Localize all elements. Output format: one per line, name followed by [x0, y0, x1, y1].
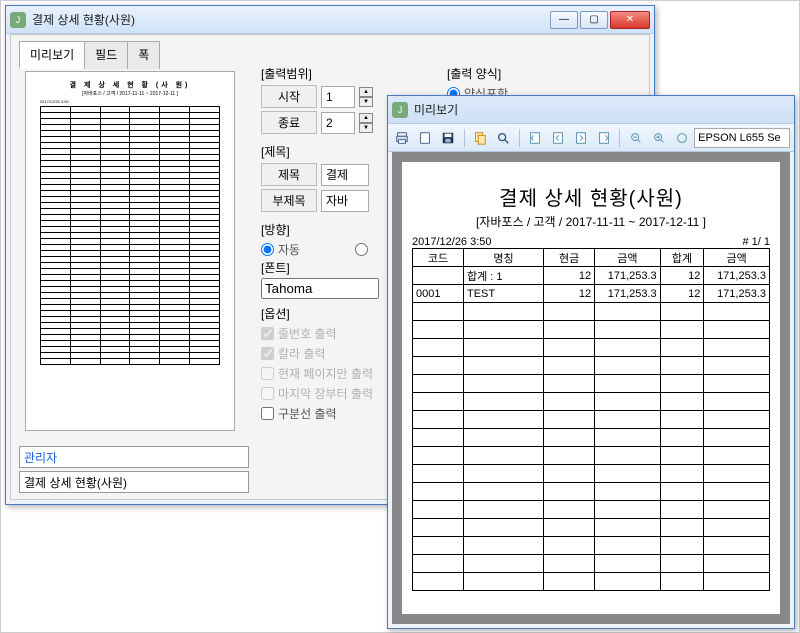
end-up[interactable]: ▲	[359, 113, 373, 123]
page-thumbnail: 결 제 상 세 현 황 (사 원) [자바포스 / 고객 / 2017-11-1…	[25, 71, 235, 431]
zoom-fit-icon[interactable]	[671, 127, 692, 149]
footer-field-2[interactable]	[19, 471, 249, 493]
window-title: 미리보기	[414, 101, 790, 118]
tab-field[interactable]: 필드	[84, 41, 128, 69]
report-page: 결제 상세 현황(사원) [자바포스 / 고객 / 2017-11-11 ~ 2…	[402, 162, 780, 614]
col-header: 코드	[413, 249, 464, 267]
start-input[interactable]	[321, 86, 355, 108]
table-row	[413, 375, 770, 393]
end-input[interactable]	[321, 112, 355, 134]
opt-divider[interactable]	[261, 407, 274, 420]
printer-field[interactable]: EPSON L655 Se	[694, 128, 790, 148]
col-header: 금액	[595, 249, 661, 267]
toolbar: EPSON L655 Se	[388, 124, 794, 152]
font-input[interactable]	[261, 278, 379, 299]
subtitle-lbl: 부제목	[261, 189, 317, 212]
maximize-button[interactable]: ▢	[580, 11, 608, 29]
options-label: [옵션]	[261, 305, 373, 322]
tabs: 미리보기 필드 폭	[19, 41, 159, 69]
prev-page-icon[interactable]	[548, 127, 569, 149]
direction-label: [방향]	[261, 221, 368, 238]
table-row	[413, 339, 770, 357]
start-up[interactable]: ▲	[359, 87, 373, 97]
format-label: [출력 양식]	[447, 65, 508, 82]
start-label: 시작	[261, 85, 317, 108]
footer-field-1[interactable]	[19, 446, 249, 468]
preview-window: J 미리보기 EPSON L655 Se 결제 상세 현황(사원) [자바포스 …	[387, 95, 795, 629]
report-pager: # 1/ 1	[742, 236, 770, 248]
footer-inputs	[19, 443, 249, 493]
table-row	[413, 429, 770, 447]
table-row: 0001TEST12171,253.312171,253.3	[413, 285, 770, 303]
first-page-icon[interactable]	[525, 127, 546, 149]
report-table: 코드명칭현금금액합계금액 합계 : 112171,253.312171,253.…	[412, 248, 770, 591]
range-label: [출력범위]	[261, 65, 373, 82]
opt-color	[261, 347, 274, 360]
direction-other[interactable]	[355, 243, 368, 256]
tab-preview[interactable]: 미리보기	[19, 41, 85, 69]
col-header: 현금	[544, 249, 595, 267]
table-row	[413, 411, 770, 429]
opt-curpage	[261, 367, 274, 380]
preview-area: 결제 상세 현황(사원) [자바포스 / 고객 / 2017-11-11 ~ 2…	[392, 152, 790, 624]
col-header: 합계	[660, 249, 704, 267]
start-down[interactable]: ▼	[359, 97, 373, 107]
direction-auto[interactable]	[261, 243, 274, 256]
table-row	[413, 573, 770, 591]
table-row	[413, 303, 770, 321]
titles-label: [제목]	[261, 143, 369, 160]
print-icon[interactable]	[392, 127, 413, 149]
col-header: 금액	[704, 249, 770, 267]
app-icon: J	[10, 12, 26, 28]
close-button[interactable]: ✕	[610, 11, 650, 29]
last-page-icon[interactable]	[593, 127, 614, 149]
zoom-in-icon[interactable]	[648, 127, 669, 149]
report-heading: 결제 상세 현황(사원)	[412, 182, 770, 211]
thumb-table: /*rows generated below visually via repe…	[40, 106, 220, 365]
zoom-out-icon[interactable]	[625, 127, 646, 149]
title-lbl: 제목	[261, 163, 317, 186]
table-row	[413, 465, 770, 483]
table-row: 합계 : 112171,253.312171,253.3	[413, 267, 770, 285]
table-row	[413, 357, 770, 375]
end-down[interactable]: ▼	[359, 123, 373, 133]
font-label: [폰트]	[261, 259, 379, 276]
subtitle-input[interactable]	[321, 190, 369, 212]
table-row	[413, 393, 770, 411]
col-header: 명칭	[463, 249, 543, 267]
table-row	[413, 537, 770, 555]
minimize-button[interactable]: —	[550, 11, 578, 29]
table-row	[413, 447, 770, 465]
opt-linenum	[261, 327, 274, 340]
titlebar[interactable]: J 결제 상세 현황(사원) — ▢ ✕	[6, 6, 654, 34]
table-row	[413, 501, 770, 519]
table-row	[413, 555, 770, 573]
app-icon: J	[392, 102, 408, 118]
tab-width[interactable]: 폭	[127, 41, 160, 69]
titlebar[interactable]: J 미리보기	[388, 96, 794, 124]
window-title: 결제 상세 현황(사원)	[32, 11, 550, 28]
table-row	[413, 519, 770, 537]
end-label: 종료	[261, 111, 317, 134]
table-row	[413, 483, 770, 501]
report-timestamp: 2017/12/26 3:50	[412, 236, 492, 248]
title-input[interactable]	[321, 164, 369, 186]
table-row	[413, 321, 770, 339]
page-icon[interactable]	[415, 127, 436, 149]
search-icon[interactable]	[493, 127, 514, 149]
opt-lastfirst	[261, 387, 274, 400]
report-sub: [자바포스 / 고객 / 2017-11-11 ~ 2017-12-11 ]	[412, 213, 770, 230]
save-icon[interactable]	[438, 127, 459, 149]
copy-icon[interactable]	[470, 127, 491, 149]
next-page-icon[interactable]	[570, 127, 591, 149]
